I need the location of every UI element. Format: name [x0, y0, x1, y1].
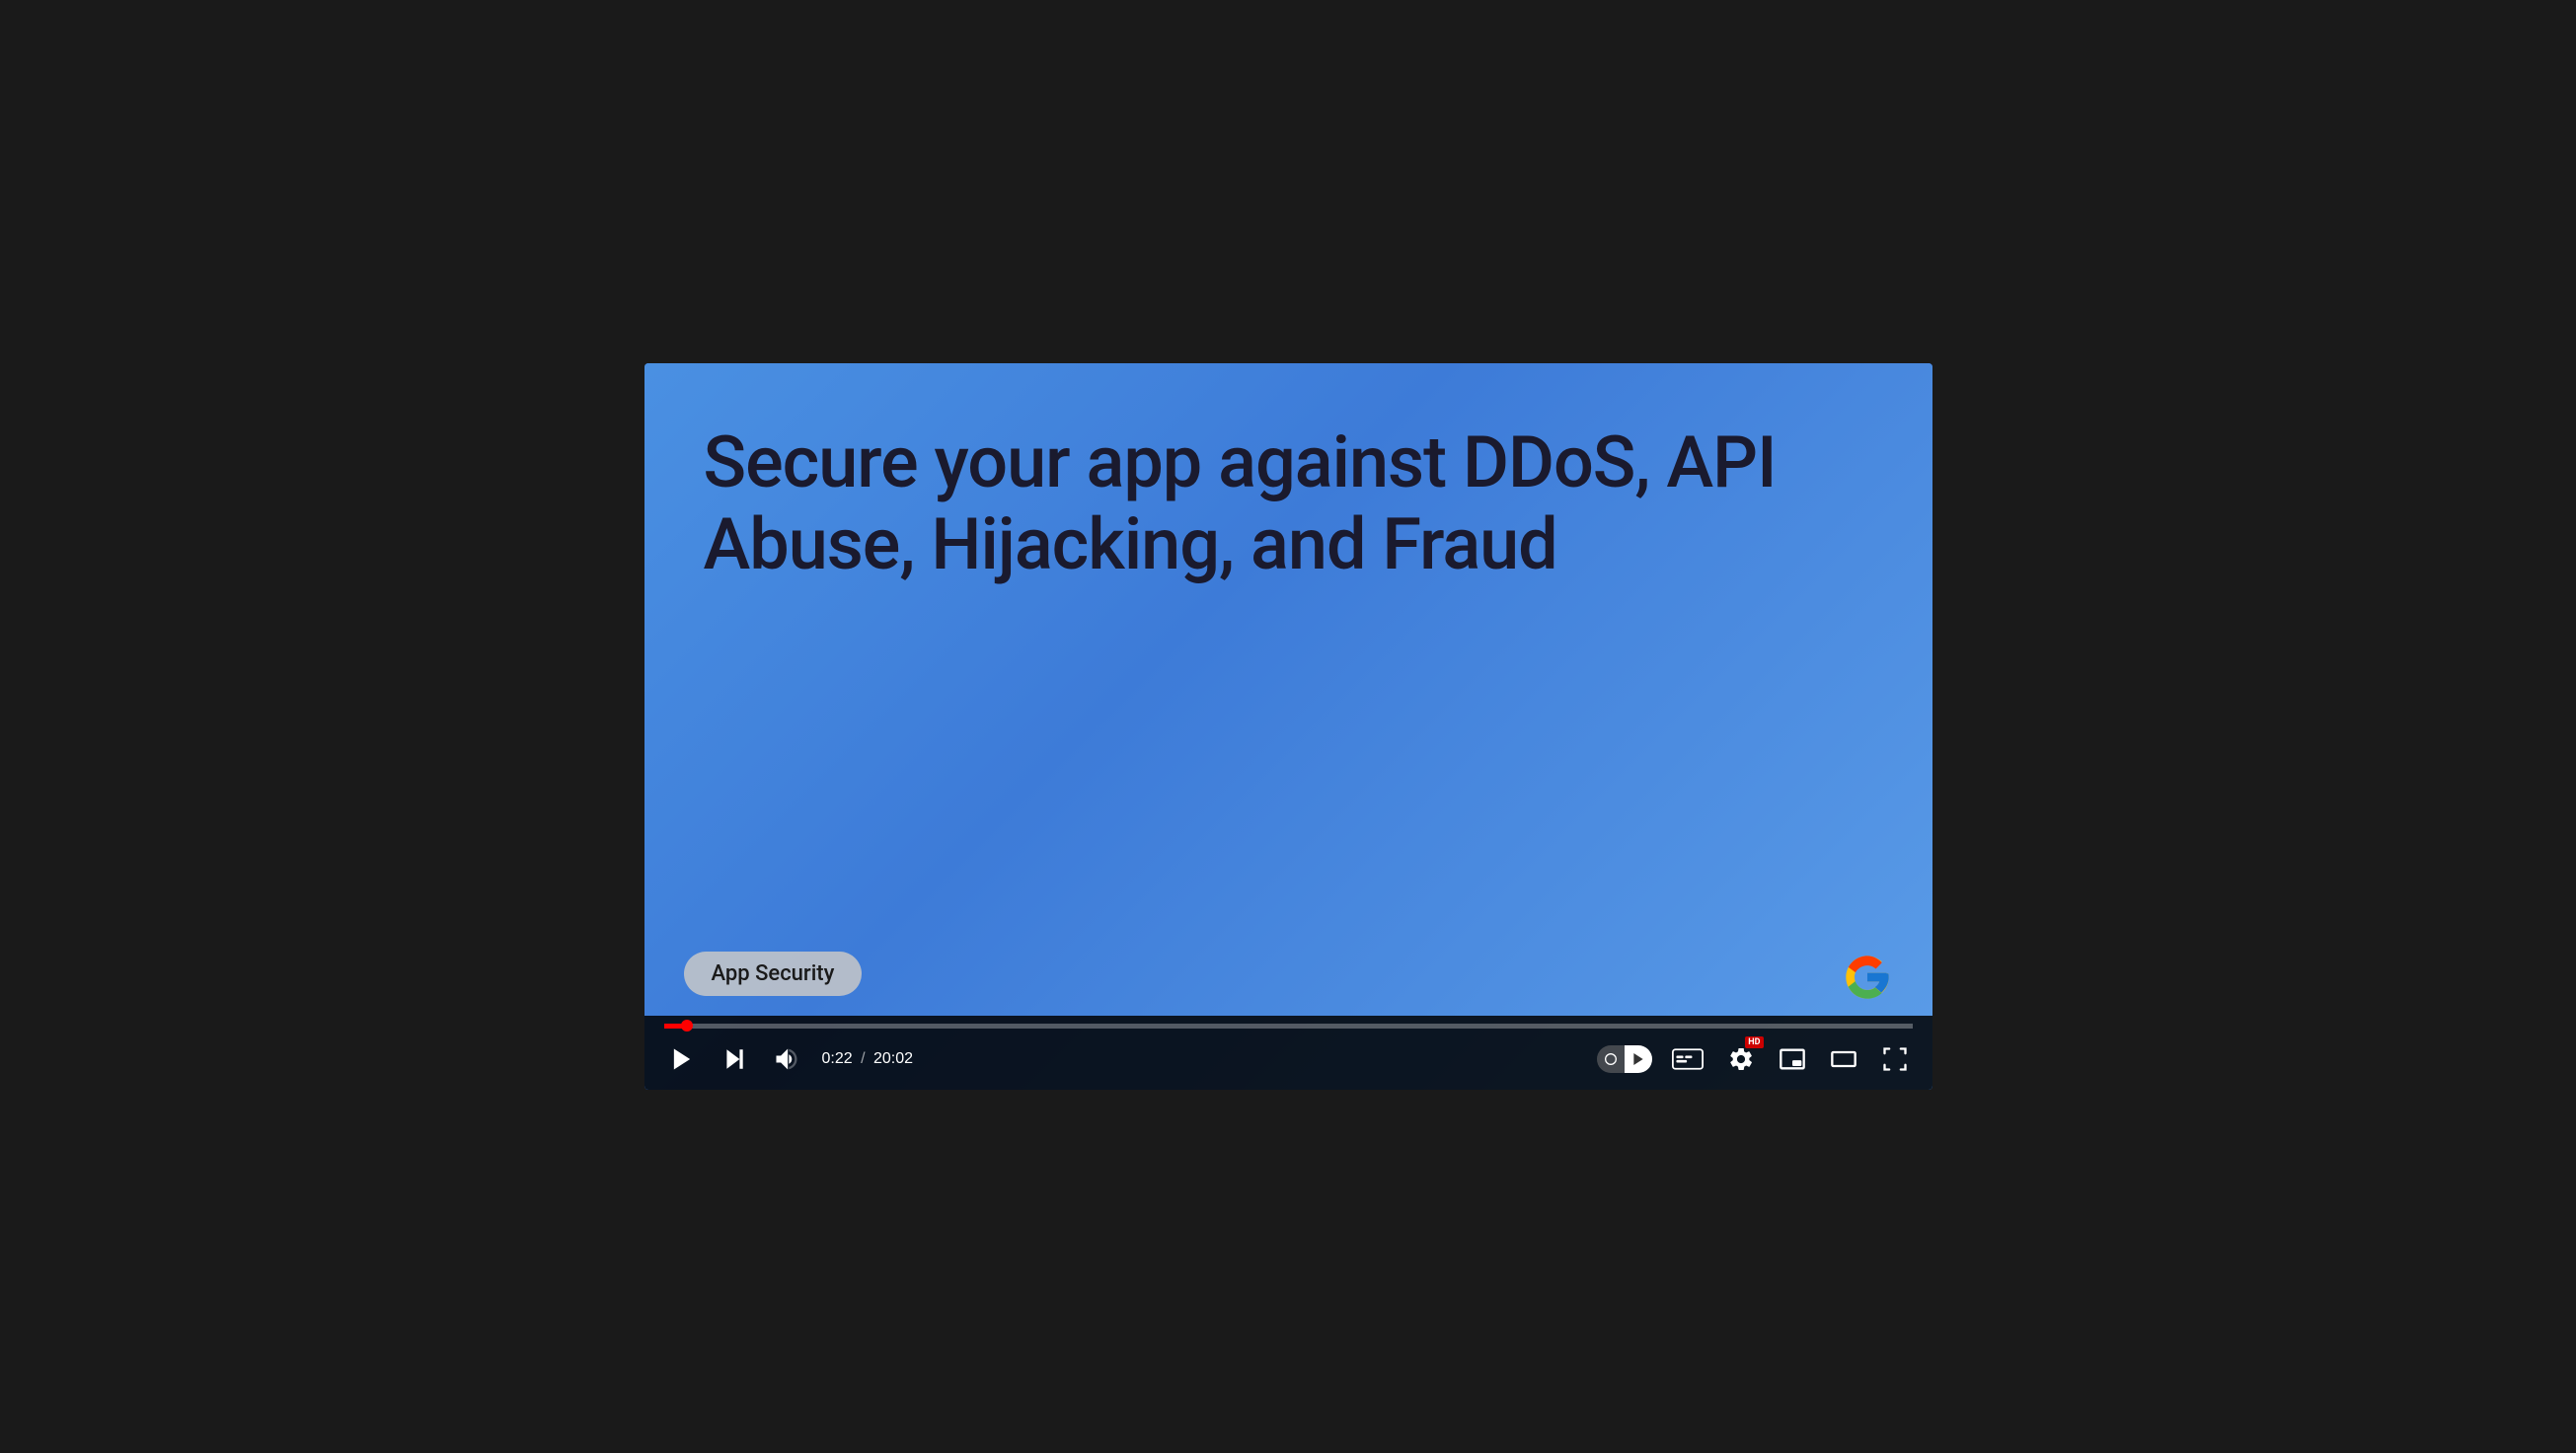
- controls-bar: 0:22 / 20:02: [644, 1016, 1932, 1090]
- next-icon: [721, 1046, 747, 1072]
- progress-bar[interactable]: [664, 1024, 1913, 1029]
- current-time: 0:22: [822, 1050, 853, 1067]
- theater-button[interactable]: [1826, 1041, 1861, 1077]
- progress-fill: [664, 1024, 687, 1029]
- mute-button[interactable]: [769, 1041, 804, 1077]
- chapter-badge: App Security: [684, 952, 863, 996]
- autoplay-on-icon: [1630, 1051, 1646, 1067]
- fullscreen-icon: [1881, 1045, 1909, 1073]
- hd-badge: HD: [1745, 1036, 1763, 1048]
- play-button[interactable]: [664, 1041, 700, 1077]
- captions-button[interactable]: [1668, 1043, 1707, 1075]
- fullscreen-button[interactable]: [1877, 1041, 1913, 1077]
- google-logo: [1842, 952, 1893, 1003]
- controls-left: 0:22 / 20:02: [664, 1041, 914, 1077]
- settings-wrapper: HD: [1723, 1041, 1759, 1077]
- total-time: 20:02: [873, 1050, 913, 1067]
- autoplay-off: [1597, 1045, 1625, 1073]
- autoplay-on: [1625, 1045, 1652, 1073]
- controls-bottom: 0:22 / 20:02: [664, 1029, 1913, 1090]
- video-player: Secure your app against DDoS, API Abuse,…: [644, 363, 1932, 1090]
- slide-title-text: Secure your app against DDoS, API Abuse,…: [704, 421, 1777, 586]
- miniplayer-button[interactable]: [1775, 1041, 1810, 1077]
- autoplay-off-icon: [1603, 1051, 1619, 1067]
- next-button[interactable]: [718, 1042, 751, 1076]
- autoplay-toggle[interactable]: [1597, 1045, 1652, 1073]
- volume-icon: [773, 1045, 800, 1073]
- captions-icon: [1672, 1047, 1704, 1071]
- miniplayer-icon: [1779, 1045, 1806, 1073]
- time-display: 0:22 / 20:02: [822, 1050, 914, 1068]
- video-content[interactable]: Secure your app against DDoS, API Abuse,…: [644, 363, 1932, 1090]
- progress-dot: [681, 1020, 693, 1032]
- slide-title-area: Secure your app against DDoS, API Abuse,…: [704, 422, 1854, 586]
- settings-icon: [1727, 1045, 1755, 1073]
- theater-icon: [1830, 1045, 1857, 1073]
- play-icon: [668, 1045, 696, 1073]
- controls-right: HD: [1597, 1041, 1913, 1077]
